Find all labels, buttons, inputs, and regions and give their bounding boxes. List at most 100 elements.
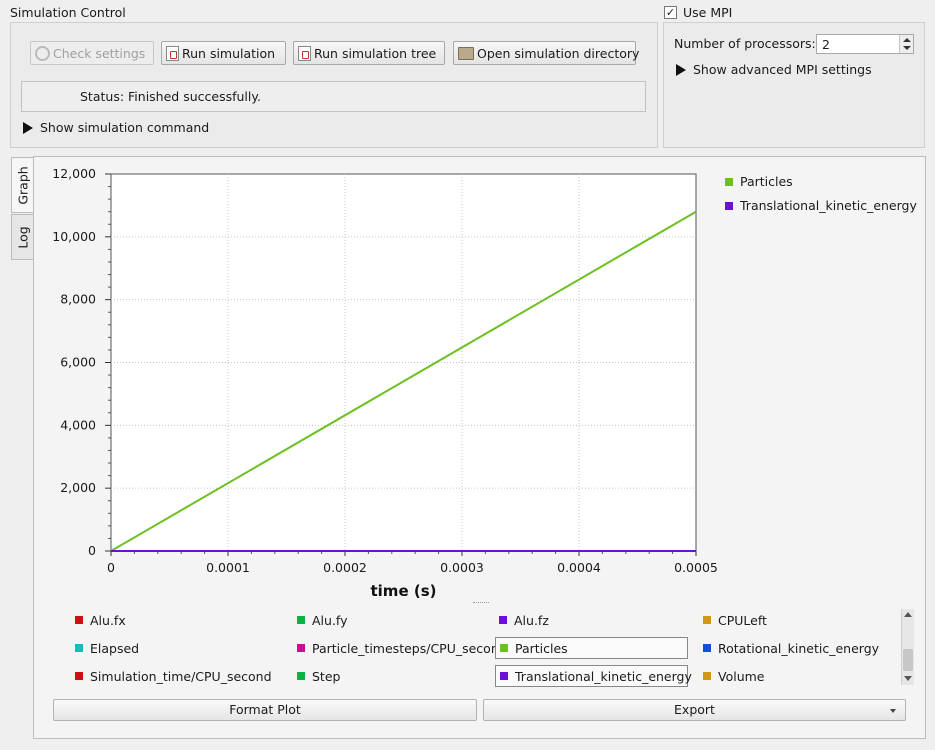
tab-log[interactable]: Log bbox=[11, 214, 34, 260]
variable-label: Simulation_time/CPU_second bbox=[90, 668, 272, 684]
variable-color-swatch bbox=[703, 616, 711, 624]
variable-item[interactable]: Particle_timesteps/CPU_second bbox=[293, 637, 507, 659]
processors-value: 2 bbox=[822, 37, 830, 52]
expand-arrow-icon bbox=[676, 63, 686, 76]
variable-color-swatch bbox=[297, 672, 305, 680]
x-tick-label: 0.0002 bbox=[323, 560, 367, 575]
scroll-up-icon[interactable] bbox=[904, 612, 912, 617]
variable-color-swatch bbox=[703, 672, 711, 680]
x-axis-label: time (s) bbox=[371, 582, 437, 600]
y-tick-label: 12,000 bbox=[52, 166, 96, 181]
folder-icon bbox=[458, 46, 474, 60]
check-settings-button[interactable]: Check settings bbox=[30, 41, 154, 65]
variables-list: Alu.fx Alu.fy Alu.fz CPULeft Elapsed Particle… bbox=[71, 607, 896, 687]
tab-log-label: Log bbox=[15, 225, 31, 249]
run-simulation-tree-label: Run simulation tree bbox=[314, 45, 437, 61]
tab-graph-label: Graph bbox=[15, 165, 31, 205]
variable-color-swatch bbox=[75, 672, 83, 680]
processors-spinbox[interactable]: 2 bbox=[816, 34, 914, 54]
legend-swatch bbox=[725, 177, 733, 186]
variable-color-swatch bbox=[75, 616, 83, 624]
run-simulation-button[interactable]: Run simulation bbox=[161, 41, 286, 65]
variable-color-swatch bbox=[297, 616, 305, 624]
open-directory-label: Open simulation directory bbox=[477, 45, 640, 61]
variable-color-swatch bbox=[500, 644, 508, 652]
variable-item[interactable]: Translational_kinetic_energy bbox=[495, 665, 692, 687]
x-tick-label: 0 bbox=[107, 560, 115, 575]
spin-up-icon[interactable] bbox=[903, 38, 911, 42]
scrollbar-thumb[interactable] bbox=[903, 649, 913, 671]
variable-color-swatch bbox=[499, 616, 507, 624]
use-mpi-label: Use MPI bbox=[683, 5, 733, 20]
export-label: Export bbox=[674, 702, 715, 717]
show-advanced-mpi-toggle[interactable]: Show advanced MPI settings bbox=[676, 62, 872, 77]
variable-item[interactable]: Simulation_time/CPU_second bbox=[71, 665, 272, 687]
spin-buttons[interactable] bbox=[899, 35, 913, 53]
variable-label: Alu.fz bbox=[514, 612, 549, 628]
show-command-label: Show simulation command bbox=[40, 120, 210, 135]
document-icon bbox=[298, 45, 311, 61]
show-simulation-command-toggle[interactable]: Show simulation command bbox=[23, 120, 209, 135]
legend-swatch bbox=[725, 201, 733, 210]
gear-icon bbox=[35, 45, 50, 61]
simulation-control-title: Simulation Control bbox=[10, 5, 126, 20]
format-plot-button[interactable]: Format Plot bbox=[53, 699, 477, 721]
legend-entry: Translational_kinetic_energy bbox=[725, 198, 917, 213]
scroll-down-icon[interactable] bbox=[904, 676, 912, 681]
variable-color-swatch bbox=[75, 644, 83, 652]
variable-label: Elapsed bbox=[90, 640, 140, 656]
variable-item[interactable]: CPULeft bbox=[699, 609, 767, 631]
variable-item[interactable]: Alu.fx bbox=[71, 609, 126, 631]
spin-down-icon[interactable] bbox=[903, 46, 911, 50]
variable-label: Alu.fy bbox=[312, 612, 348, 628]
y-tick-label: 0 bbox=[88, 543, 96, 558]
y-tick-label: 6,000 bbox=[60, 355, 96, 370]
variable-label: Step bbox=[312, 668, 341, 684]
variable-label: CPULeft bbox=[718, 612, 767, 628]
variable-label: Particle_timesteps/CPU_second bbox=[312, 640, 507, 656]
variable-color-swatch bbox=[500, 672, 508, 680]
use-mpi-checkbox[interactable]: ✓ Use MPI bbox=[664, 5, 732, 20]
y-tick-label: 8,000 bbox=[60, 292, 96, 307]
variable-item[interactable]: Alu.fy bbox=[293, 609, 348, 631]
legend-label: Translational_kinetic_energy bbox=[740, 198, 917, 213]
x-tick-label: 0.0003 bbox=[440, 560, 484, 575]
y-tick-label: 10,000 bbox=[52, 229, 96, 244]
open-simulation-directory-button[interactable]: Open simulation directory bbox=[453, 41, 640, 65]
y-tick-label: 2,000 bbox=[60, 480, 96, 495]
variable-item[interactable]: Particles bbox=[495, 637, 688, 659]
variable-item[interactable]: Volume bbox=[699, 665, 765, 687]
chart: 0 0.0001 0.0002 0.0003 0.0004 0.0005 0 2,000 4,0… bbox=[52, 166, 718, 600]
format-plot-label: Format Plot bbox=[229, 702, 301, 717]
check-settings-label: Check settings bbox=[53, 45, 146, 61]
status-text: Status: Finished successfully. bbox=[80, 89, 261, 104]
variable-item[interactable]: Step bbox=[293, 665, 340, 687]
variable-item[interactable]: Alu.fz bbox=[495, 609, 549, 631]
variable-label: Alu.fx bbox=[90, 612, 126, 628]
checkbox-box[interactable]: ✓ bbox=[664, 6, 677, 19]
status-box: Status: Finished successfully. bbox=[21, 81, 646, 112]
run-simulation-label: Run simulation bbox=[182, 45, 276, 61]
variable-label: Particles bbox=[515, 640, 568, 656]
legend-label: Particles bbox=[740, 174, 793, 189]
run-simulation-tree-button[interactable]: Run simulation tree bbox=[293, 41, 445, 65]
variable-color-swatch bbox=[297, 644, 305, 652]
export-button[interactable]: Export bbox=[483, 699, 906, 721]
splitter-handle[interactable] bbox=[473, 602, 489, 603]
x-tick-label: 0.0004 bbox=[557, 560, 601, 575]
expand-arrow-icon bbox=[23, 121, 33, 134]
legend-entry: Particles bbox=[725, 174, 793, 189]
variable-label: Translational_kinetic_energy bbox=[515, 668, 692, 684]
variables-scrollbar[interactable] bbox=[901, 609, 914, 685]
document-icon bbox=[166, 45, 179, 61]
variable-item[interactable]: Rotational_kinetic_energy bbox=[699, 637, 879, 659]
variable-label: Volume bbox=[718, 668, 765, 684]
y-tick-label: 4,000 bbox=[60, 417, 96, 432]
variable-item[interactable]: Elapsed bbox=[71, 637, 139, 659]
x-tick-label: 0.0001 bbox=[206, 560, 250, 575]
variable-color-swatch bbox=[703, 644, 711, 652]
advanced-mpi-label: Show advanced MPI settings bbox=[693, 62, 872, 77]
variable-label: Rotational_kinetic_energy bbox=[718, 640, 880, 656]
tab-graph[interactable]: Graph bbox=[11, 157, 34, 213]
x-tick-label: 0.0005 bbox=[674, 560, 718, 575]
